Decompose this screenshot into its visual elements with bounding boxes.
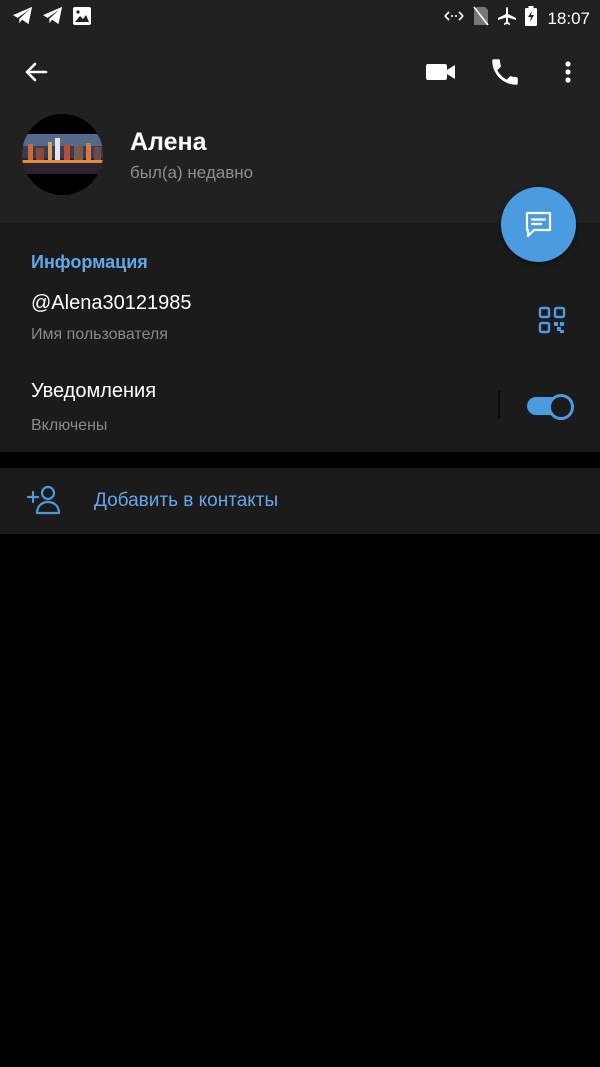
phone-icon — [492, 59, 518, 85]
telegram-icon — [12, 6, 34, 31]
video-call-button[interactable] — [424, 55, 458, 89]
battery-charging-icon — [525, 6, 538, 31]
profile-header: Алена был(а) недавно — [0, 33, 600, 223]
contact-name: Алена — [130, 128, 207, 156]
message-icon — [525, 211, 552, 238]
back-arrow-icon — [25, 62, 48, 82]
username-value[interactable]: @Alena30121985 — [31, 292, 191, 315]
image-icon — [72, 6, 92, 31]
no-sim-icon — [473, 6, 490, 31]
divider — [498, 391, 500, 419]
add-contact-row[interactable]: Добавить в контакты — [0, 468, 600, 534]
qr-code-icon — [538, 306, 566, 334]
telegram-icon — [42, 6, 64, 31]
notifications-label[interactable]: Уведомления — [31, 380, 156, 403]
avatar-photo — [22, 114, 103, 195]
voice-call-button[interactable] — [488, 55, 522, 89]
avatar[interactable] — [22, 114, 103, 195]
add-contact-label: Добавить в контакты — [94, 490, 279, 511]
more-vert-icon — [565, 61, 571, 83]
airplane-icon — [497, 6, 517, 31]
info-section: Информация @Alena30121985 Имя пользовате… — [0, 223, 600, 452]
notification-icons — [12, 6, 92, 31]
video-call-icon — [426, 64, 455, 80]
info-section-title: Информация — [31, 252, 148, 272]
system-icons: 18:07 — [443, 6, 590, 31]
more-options-button[interactable] — [555, 55, 581, 89]
notifications-toggle[interactable] — [527, 393, 574, 420]
username-label: Имя пользователя — [31, 326, 168, 343]
add-person-icon — [26, 484, 63, 516]
status-bar: 18:07 — [0, 0, 600, 33]
back-button[interactable] — [20, 55, 54, 89]
clock: 18:07 — [547, 8, 590, 28]
last-seen-status: был(а) недавно — [130, 163, 254, 182]
toggle-knob — [548, 394, 574, 420]
data-saver-icon — [443, 7, 465, 30]
notifications-value: Включены — [31, 417, 108, 434]
send-message-button[interactable] — [501, 187, 576, 262]
qr-code-button[interactable] — [538, 306, 566, 334]
